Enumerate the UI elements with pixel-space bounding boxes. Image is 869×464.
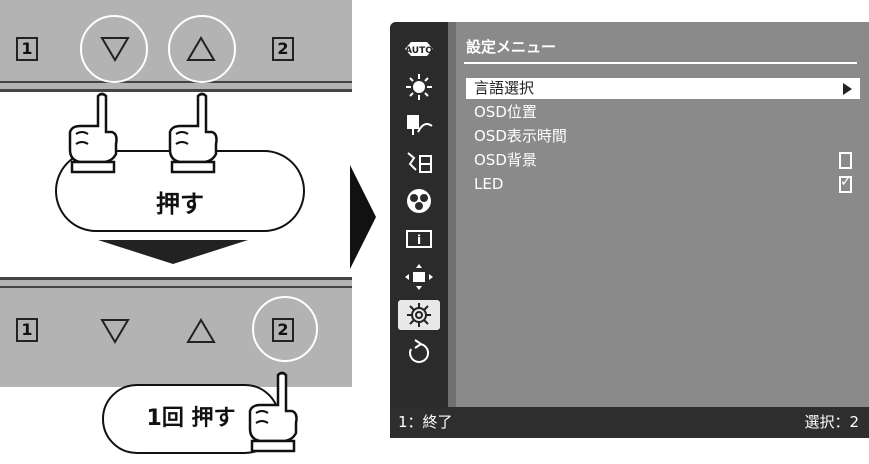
osd-menu: AUTO i 設定メニュー 言語選択 OSD位置 OSD表示時間 OSD背景 L…: [390, 22, 869, 438]
settings-gear-icon[interactable]: [398, 300, 440, 330]
button-1-key: 1: [16, 37, 38, 61]
highlight-ring-up: [168, 15, 236, 83]
osd-title: 設定メニュー: [466, 38, 557, 56]
osd-footer: 1：終了 選択：2: [390, 407, 869, 438]
position-icon[interactable]: [398, 262, 440, 292]
menu-item-led[interactable]: LED: [466, 174, 860, 195]
menu-item-label: 言語選択: [474, 79, 535, 97]
info-icon[interactable]: i: [398, 224, 440, 254]
button-1-key: 1: [16, 318, 38, 342]
menu-item-osd-background[interactable]: OSD背景: [466, 150, 860, 171]
menu-item-osd-position[interactable]: OSD位置: [466, 102, 860, 123]
svg-text:AUTO: AUTO: [405, 46, 433, 56]
pointing-hand-icon: [68, 92, 118, 174]
svg-text:i: i: [417, 233, 421, 247]
down-triangle-icon: [100, 319, 130, 344]
highlight-ring-2: [252, 296, 318, 362]
menu-item-osd-timeout[interactable]: OSD表示時間: [466, 126, 860, 147]
audio-icon[interactable]: [398, 148, 440, 178]
menu-item-label: OSD背景: [474, 151, 537, 169]
menu-item-language[interactable]: 言語選択: [466, 78, 860, 99]
menu-item-label: OSD表示時間: [474, 127, 567, 145]
divider: [464, 62, 857, 64]
osd-main-panel: 設定メニュー 言語選択 OSD位置 OSD表示時間 OSD背景 LED: [456, 22, 869, 407]
menu-item-label: OSD位置: [474, 103, 537, 121]
footer-exit-hint: 1：終了: [398, 413, 453, 431]
auto-icon[interactable]: AUTO: [398, 34, 440, 64]
input-signal-icon[interactable]: [398, 110, 440, 140]
right-arrow-icon: [350, 165, 376, 269]
submenu-arrow-icon: [843, 83, 852, 95]
down-arrow-icon: [98, 240, 248, 264]
checkbox-unchecked[interactable]: [839, 152, 852, 169]
footer-select-hint: 選択：2: [804, 413, 859, 431]
osd-sidebar: AUTO i: [390, 22, 448, 407]
highlight-ring-down: [80, 15, 148, 83]
pointing-hand-icon: [248, 371, 298, 453]
checkbox-checked[interactable]: [839, 174, 852, 193]
reset-icon[interactable]: [398, 338, 440, 368]
brightness-icon[interactable]: [398, 72, 440, 102]
up-triangle-icon: [186, 318, 216, 343]
pointing-hand-icon: [168, 92, 218, 174]
color-rgb-icon[interactable]: [398, 186, 440, 216]
button-2-key: 2: [272, 37, 294, 61]
menu-item-label: LED: [474, 175, 504, 193]
